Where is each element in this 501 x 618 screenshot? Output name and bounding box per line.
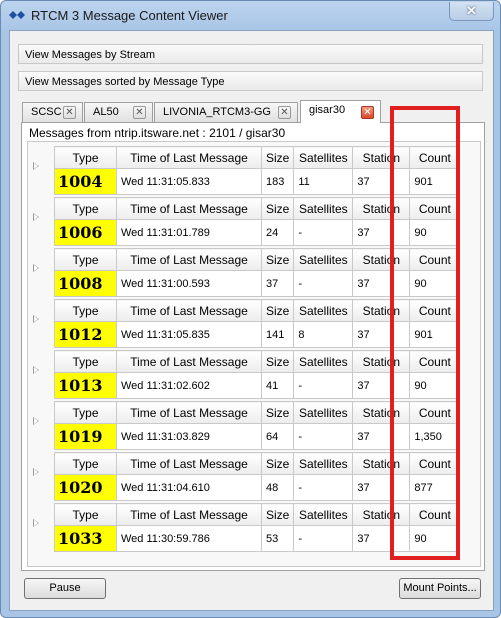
time-cell: Wed 11:31:00.593 <box>116 270 262 297</box>
column-header-satellites[interactable]: Satellites <box>293 503 354 526</box>
column-header-size[interactable]: Size <box>260 350 295 373</box>
type-cell: 1006 <box>54 219 117 246</box>
expand-arrow-icon[interactable] <box>33 519 39 527</box>
tab-close-icon[interactable]: ✕ <box>133 106 146 119</box>
size-cell: 141 <box>260 321 295 348</box>
column-header-time[interactable]: Time of Last Message <box>116 248 262 271</box>
column-header-satellites[interactable]: Satellites <box>293 197 354 220</box>
satellites-cell: - <box>293 525 354 552</box>
satellites-cell: - <box>293 423 354 450</box>
column-header-type[interactable]: Type <box>54 503 117 526</box>
column-header-type[interactable]: Type <box>54 146 117 169</box>
column-header-satellites[interactable]: Satellites <box>293 248 354 271</box>
column-header-time[interactable]: Time of Last Message <box>116 452 262 475</box>
type-cell: 1033 <box>54 525 117 552</box>
type-cell: 1008 <box>54 270 117 297</box>
expand-arrow-icon[interactable] <box>33 264 39 272</box>
tab-label: LIVONIA_RTCM3-GG <box>163 106 271 118</box>
expand-arrow-icon[interactable] <box>33 213 39 221</box>
column-header-time[interactable]: Time of Last Message <box>116 350 262 373</box>
title-bar[interactable]: RTCM 3 Message Content Viewer ✕ <box>1 1 500 29</box>
column-header-satellites[interactable]: Satellites <box>293 350 354 373</box>
size-cell: 41 <box>260 372 295 399</box>
source-label: Messages from ntrip.itsware.net : 2101 /… <box>29 126 286 140</box>
column-header-size[interactable]: Size <box>260 401 295 424</box>
tab-label: gisar30 <box>309 104 346 116</box>
column-header-time[interactable]: Time of Last Message <box>116 503 262 526</box>
type-cell: 1019 <box>54 423 117 450</box>
tab-label: AL50 <box>93 106 119 118</box>
count-column-highlight-box <box>390 106 460 560</box>
app-window: RTCM 3 Message Content Viewer ✕ View Mes… <box>0 0 501 618</box>
time-cell: Wed 11:30:59.786 <box>116 525 262 552</box>
type-cell: 1013 <box>54 372 117 399</box>
tab-scsc[interactable]: SCSC ✕ <box>22 102 83 122</box>
expand-arrow-icon[interactable] <box>33 162 39 170</box>
view-by-stream-expander[interactable]: View Messages by Stream <box>18 44 483 64</box>
column-header-size[interactable]: Size <box>260 197 295 220</box>
satellites-cell: - <box>293 270 354 297</box>
size-cell: 53 <box>260 525 295 552</box>
tab-al50[interactable]: AL50 ✕ <box>84 102 153 122</box>
app-diamond-icon <box>9 11 25 19</box>
expand-arrow-icon[interactable] <box>33 417 39 425</box>
time-cell: Wed 11:31:05.833 <box>116 168 262 195</box>
time-cell: Wed 11:31:04.610 <box>116 474 262 501</box>
type-cell: 1004 <box>54 168 117 195</box>
column-header-size[interactable]: Size <box>260 503 295 526</box>
size-cell: 183 <box>260 168 295 195</box>
column-header-type[interactable]: Type <box>54 197 117 220</box>
column-header-satellites[interactable]: Satellites <box>293 452 354 475</box>
column-header-satellites[interactable]: Satellites <box>293 299 354 322</box>
tab-livonia-rtcm3-gg[interactable]: LIVONIA_RTCM3-GG ✕ <box>154 102 298 122</box>
size-cell: 37 <box>260 270 295 297</box>
column-header-size[interactable]: Size <box>260 248 295 271</box>
column-header-type[interactable]: Type <box>54 299 117 322</box>
mount-points-button[interactable]: Mount Points... <box>399 578 481 599</box>
pause-button[interactable]: Pause <box>24 578 106 599</box>
window-title: RTCM 3 Message Content Viewer <box>31 8 228 23</box>
expand-arrow-icon[interactable] <box>33 315 39 323</box>
satellites-cell: 8 <box>293 321 354 348</box>
column-header-type[interactable]: Type <box>54 248 117 271</box>
size-cell: 24 <box>260 219 295 246</box>
column-header-time[interactable]: Time of Last Message <box>116 146 262 169</box>
column-header-time[interactable]: Time of Last Message <box>116 197 262 220</box>
tab-close-icon[interactable]: ✕ <box>278 106 291 119</box>
tab-label: SCSC <box>31 106 62 118</box>
tab-close-icon[interactable]: ✕ <box>63 106 76 119</box>
size-cell: 64 <box>260 423 295 450</box>
view-by-type-expander[interactable]: View Messages sorted by Message Type <box>18 71 483 91</box>
satellites-cell: - <box>293 372 354 399</box>
time-cell: Wed 11:31:05.835 <box>116 321 262 348</box>
column-header-size[interactable]: Size <box>260 299 295 322</box>
expand-arrow-icon[interactable] <box>33 468 39 476</box>
tab-close-icon[interactable]: ✕ <box>361 106 374 119</box>
column-header-satellites[interactable]: Satellites <box>293 146 354 169</box>
column-header-time[interactable]: Time of Last Message <box>116 299 262 322</box>
window-close-button[interactable]: ✕ <box>449 2 494 21</box>
column-header-satellites[interactable]: Satellites <box>293 401 354 424</box>
column-header-size[interactable]: Size <box>260 146 295 169</box>
column-header-type[interactable]: Type <box>54 401 117 424</box>
type-cell: 1012 <box>54 321 117 348</box>
satellites-cell: - <box>293 219 354 246</box>
column-header-type[interactable]: Type <box>54 350 117 373</box>
column-header-type[interactable]: Type <box>54 452 117 475</box>
expand-arrow-icon[interactable] <box>33 366 39 374</box>
type-cell: 1020 <box>54 474 117 501</box>
satellites-cell: 11 <box>293 168 354 195</box>
size-cell: 48 <box>260 474 295 501</box>
column-header-size[interactable]: Size <box>260 452 295 475</box>
tab-gisar30[interactable]: gisar30 ✕ <box>300 100 381 123</box>
time-cell: Wed 11:31:03.829 <box>116 423 262 450</box>
satellites-cell: - <box>293 474 354 501</box>
time-cell: Wed 11:31:01.789 <box>116 219 262 246</box>
column-header-time[interactable]: Time of Last Message <box>116 401 262 424</box>
time-cell: Wed 11:31:02.602 <box>116 372 262 399</box>
